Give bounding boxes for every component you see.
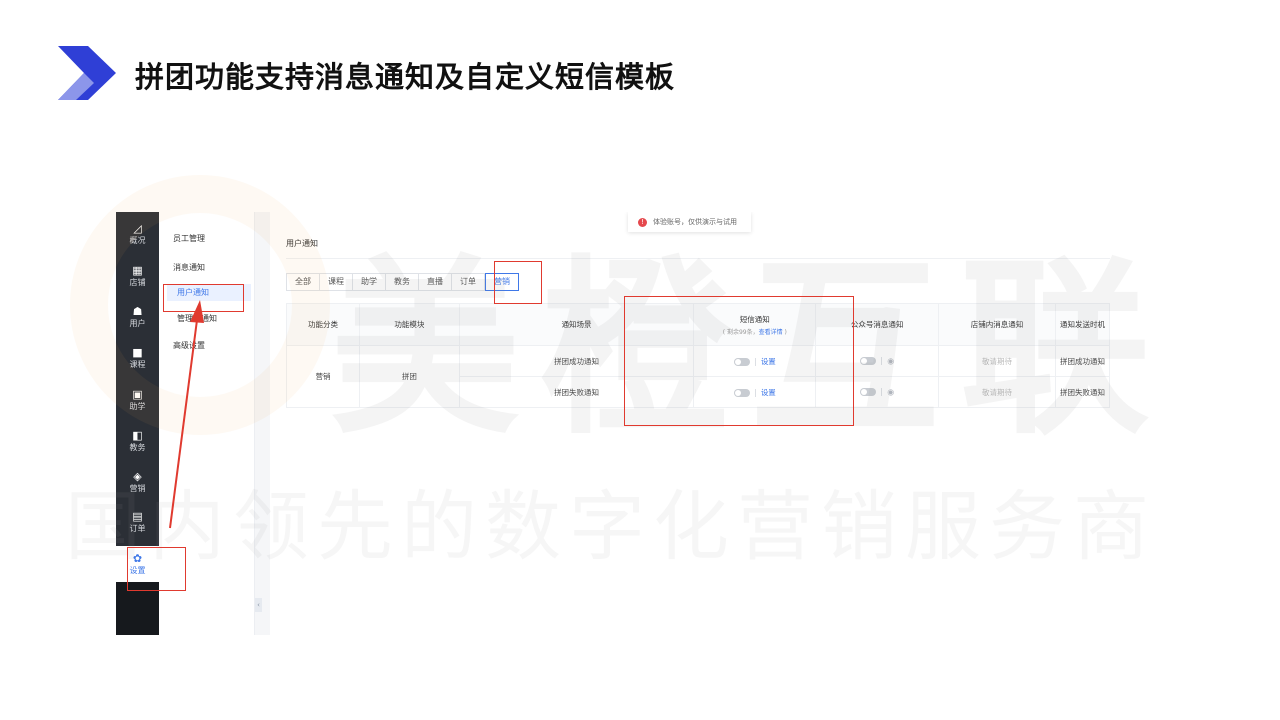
annotation-arrow bbox=[169, 300, 204, 529]
